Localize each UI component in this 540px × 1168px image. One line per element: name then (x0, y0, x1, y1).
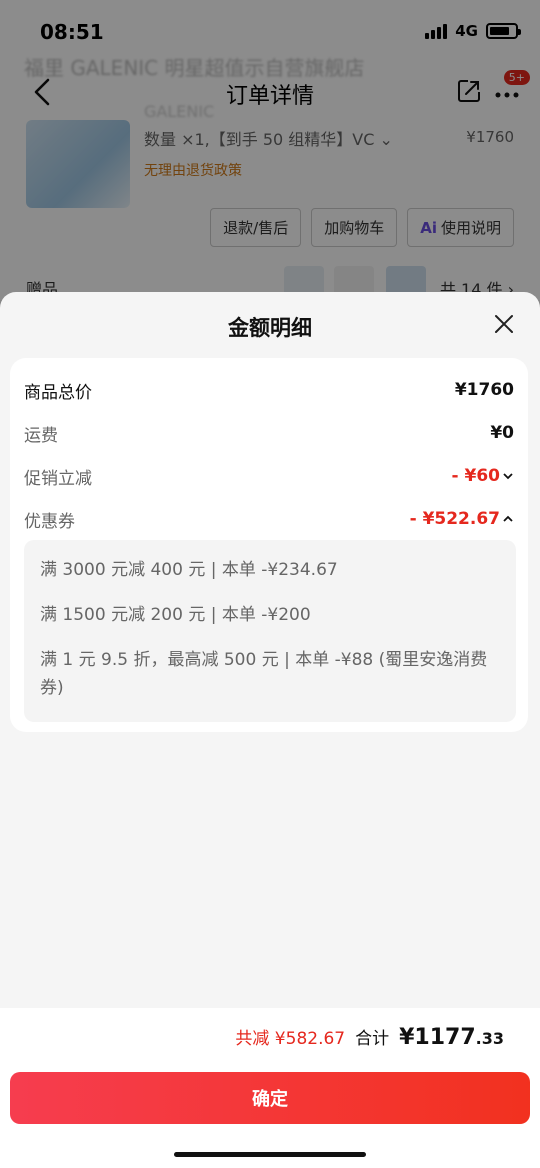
row-label: 优惠券 (24, 511, 75, 532)
row-label: 促销立减 (24, 468, 92, 489)
coupon-item: 满 1 元 9.5 折，最高减 500 元 | 本单 -¥88 (蜀里安逸消费券… (40, 650, 488, 698)
coupon-item: 满 3000 元减 400 元 | 本单 -¥234.67 (40, 560, 338, 580)
total-label: 合计 (355, 1029, 390, 1049)
amount-detail-sheet: 金额明细 商品总价 ¥1760 运费 ¥0 促销立减 - ¥60 优惠券 - ¥… (0, 292, 540, 1168)
total-bar: 共减 ¥582.67 合计 ¥1177.33 (0, 1008, 540, 1068)
row-goods-total: 商品总价 ¥1760 (24, 376, 514, 404)
row-value: ¥0 (490, 423, 514, 443)
sheet-title: 金额明细 (228, 316, 312, 340)
row-value: ¥1760 (454, 380, 514, 400)
total-discount: 共减 ¥582.67 (235, 1029, 346, 1049)
chevron-down-icon[interactable] (502, 470, 514, 482)
row-label: 商品总价 (24, 382, 92, 403)
total-integer: ¥1177 (399, 1025, 476, 1050)
row-value: - ¥60 (452, 466, 514, 486)
total-summary: 共减 ¥582.67 合计 ¥1177.33 (235, 1024, 504, 1050)
chevron-up-icon[interactable] (502, 513, 514, 525)
home-indicator (174, 1152, 366, 1157)
confirm-area: 确定 (0, 1068, 540, 1168)
row-label: 运费 (24, 425, 58, 446)
close-icon[interactable] (492, 312, 516, 336)
confirm-button[interactable]: 确定 (10, 1072, 530, 1124)
coupon-item: 满 1500 元减 200 元 | 本单 -¥200 (40, 605, 311, 625)
row-shipping: 运费 ¥0 (24, 419, 514, 447)
coupon-amount: - ¥522.67 (409, 509, 500, 529)
sheet-header: 金额明细 (0, 292, 540, 358)
total-decimal: .33 (475, 1029, 504, 1048)
total-amount: ¥1177.33 (399, 1025, 504, 1050)
row-value: - ¥522.67 (410, 509, 514, 529)
coupon-breakdown: 满 3000 元减 400 元 | 本单 -¥234.67 满 1500 元减 … (24, 540, 516, 722)
row-coupon[interactable]: 优惠券 - ¥522.67 (24, 505, 514, 533)
row-promotion[interactable]: 促销立减 - ¥60 (24, 462, 514, 490)
promotion-amount: - ¥60 (451, 466, 500, 486)
amount-detail-card: 商品总价 ¥1760 运费 ¥0 促销立减 - ¥60 优惠券 - ¥522.6… (10, 358, 528, 732)
